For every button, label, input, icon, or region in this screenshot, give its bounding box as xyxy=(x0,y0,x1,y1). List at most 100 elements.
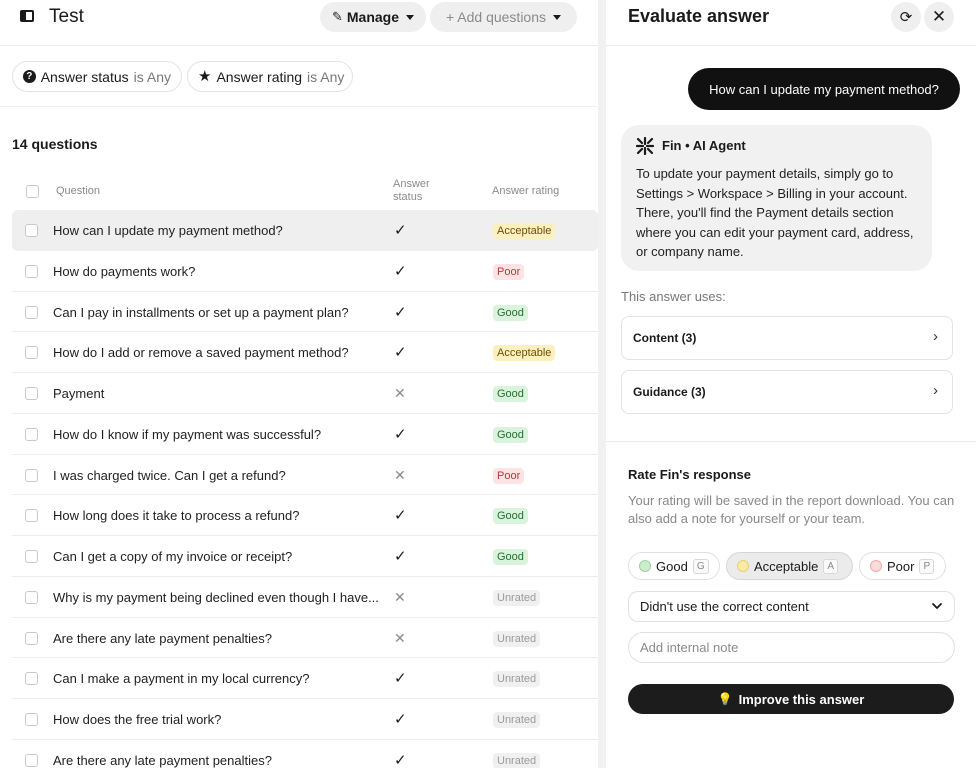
row-checkbox[interactable] xyxy=(25,346,38,360)
table-row[interactable]: Are there any late payment penalties? ✓ Un… xyxy=(12,740,598,768)
panel-title: Evaluate answer xyxy=(628,6,770,26)
row-checkbox[interactable] xyxy=(25,550,38,563)
status-check-icon: ✓ xyxy=(394,262,407,280)
add-questions-button[interactable]: + Add questions xyxy=(430,2,577,32)
status-fail-icon: ✕ xyxy=(394,588,406,605)
chevron-down-icon xyxy=(932,603,942,609)
rating-badge: Poor xyxy=(493,467,525,484)
status-check-icon: ✓ xyxy=(394,711,407,728)
answer-uses-label: This answer uses: xyxy=(621,289,726,304)
table-row[interactable]: I was charged twice. Can I get a refund?… xyxy=(12,455,598,496)
rating-option-poor[interactable]: Poor P xyxy=(859,552,946,580)
add-questions-label: + Add questions xyxy=(445,9,547,25)
internal-note-input[interactable] xyxy=(628,632,955,663)
agent-message: Fin • AI Agent To update your payment de… xyxy=(621,125,932,271)
manage-label: Manage xyxy=(346,9,400,25)
rating-badge: Good xyxy=(493,386,528,402)
fin-logo-icon xyxy=(636,137,654,155)
user-message: How can I update my payment method? xyxy=(688,68,960,110)
row-checkbox[interactable] xyxy=(25,264,38,278)
table-row[interactable]: How long does it take to process a refun… xyxy=(12,495,598,536)
question-text: How long does it take to process a refun… xyxy=(53,508,300,524)
rating-option-acceptable[interactable]: Acceptable A xyxy=(726,552,853,580)
reason-value: Didn't use the correct content xyxy=(640,599,809,614)
questions-pane: Test ✎ Manage + Add questions ? Answer s… xyxy=(0,0,598,768)
row-checkbox[interactable] xyxy=(25,509,38,523)
good-dot-icon xyxy=(639,560,651,572)
sidebar-toggle-icon[interactable] xyxy=(20,10,34,22)
shortcut-key: P xyxy=(919,558,935,574)
rating-option-good[interactable]: Good G xyxy=(628,552,720,580)
content-sources-label: Content (3) xyxy=(633,331,697,345)
rating-badge: Unrated xyxy=(493,712,541,728)
table-row[interactable]: Are there any late payment penalties? ✕ Un… xyxy=(12,618,598,659)
shortcut-key: A xyxy=(823,558,838,574)
close-icon: ✕ xyxy=(931,7,947,26)
divider xyxy=(0,106,598,107)
table-row[interactable]: Payment ✕ Good xyxy=(12,373,598,414)
caret-down-icon xyxy=(406,14,415,20)
lightbulb-icon: 💡 xyxy=(717,692,733,706)
filter-value: is Any xyxy=(307,68,345,85)
question-text: How does the free trial work? xyxy=(53,712,222,727)
row-checkbox[interactable] xyxy=(25,468,38,482)
column-header-rating: Answer rating xyxy=(492,185,560,197)
answer-rating-filter[interactable]: ★ Answer rating is Any xyxy=(187,61,353,92)
table-row[interactable]: Why is my payment being declined even th… xyxy=(12,577,598,618)
poor-dot-icon xyxy=(870,560,882,572)
row-checkbox[interactable] xyxy=(25,387,38,400)
evaluate-panel: Evaluate answer ⟳ ✕ How can I update my … xyxy=(606,0,976,768)
column-header-status: Answer status xyxy=(393,178,430,203)
row-checkbox[interactable] xyxy=(25,305,38,319)
filter-value: is Any xyxy=(133,68,171,85)
answer-status-filter[interactable]: ? Answer status is Any xyxy=(12,61,182,92)
table-row[interactable]: Can I get a copy of my invoice or receip… xyxy=(12,536,598,577)
guidance-sources-row[interactable]: Guidance (3) › xyxy=(621,370,953,414)
row-checkbox[interactable] xyxy=(25,672,38,686)
question-table-body: How can I update my payment method? ✓ Acce… xyxy=(12,210,598,768)
row-checkbox[interactable] xyxy=(25,713,38,726)
column-header-question: Question xyxy=(56,185,101,197)
content-sources-row[interactable]: Content (3) › xyxy=(621,316,953,360)
rating-badge: Good xyxy=(493,426,528,443)
page-title: Test xyxy=(49,6,84,27)
row-checkbox[interactable] xyxy=(25,631,38,645)
table-row[interactable]: Can I pay in installments or set up a pa… xyxy=(12,292,598,333)
close-button[interactable]: ✕ xyxy=(924,2,954,32)
rate-description: Your rating will be saved in the report … xyxy=(628,493,955,526)
pane-divider[interactable] xyxy=(598,0,606,768)
question-text: Are there any late payment penalties? xyxy=(53,752,272,768)
divider xyxy=(606,45,976,46)
status-check-icon: ✓ xyxy=(394,548,407,565)
improve-answer-button[interactable]: 💡 Improve this answer xyxy=(628,684,954,714)
reason-select[interactable]: Didn't use the correct content xyxy=(628,591,955,622)
question-circle-icon: ? xyxy=(23,70,36,83)
table-row[interactable]: How does the free trial work? ✓ Unrated xyxy=(12,699,598,740)
status-check-icon: ✓ xyxy=(394,751,407,768)
row-checkbox[interactable] xyxy=(25,224,38,237)
question-text: Can I get a copy of my invoice or receip… xyxy=(53,549,293,564)
select-all-checkbox[interactable] xyxy=(26,185,39,198)
status-fail-icon: ✕ xyxy=(394,629,406,646)
rating-badge: Acceptable xyxy=(493,345,556,362)
refresh-button[interactable]: ⟳ xyxy=(891,2,921,32)
row-checkbox[interactable] xyxy=(25,427,38,441)
agent-answer-text: To update your payment details, simply g… xyxy=(636,166,914,260)
acceptable-dot-icon xyxy=(737,560,749,572)
table-row[interactable]: How do I know if my payment was successf… xyxy=(12,414,598,455)
table-row[interactable]: Can I make a payment in my local currenc… xyxy=(12,658,598,699)
row-checkbox[interactable] xyxy=(25,590,38,604)
table-row[interactable]: How do payments work? ✓ Poor xyxy=(12,251,598,292)
rating-badge: Unrated xyxy=(493,589,541,606)
manage-button[interactable]: ✎ Manage xyxy=(320,2,426,32)
option-label: Good xyxy=(656,558,688,574)
rating-badge: Unrated xyxy=(493,630,541,647)
question-text: Can I pay in installments or set up a pa… xyxy=(53,304,349,320)
table-row[interactable]: How do I add or remove a saved payment m… xyxy=(12,332,598,373)
question-text: Why is my payment being declined even th… xyxy=(53,589,379,605)
refresh-icon: ⟳ xyxy=(899,9,913,26)
table-row[interactable]: How can I update my payment method? ✓ Acce… xyxy=(12,210,598,251)
caret-down-icon xyxy=(553,14,562,20)
agent-name: Fin • AI Agent xyxy=(662,138,746,153)
row-checkbox[interactable] xyxy=(25,753,38,767)
